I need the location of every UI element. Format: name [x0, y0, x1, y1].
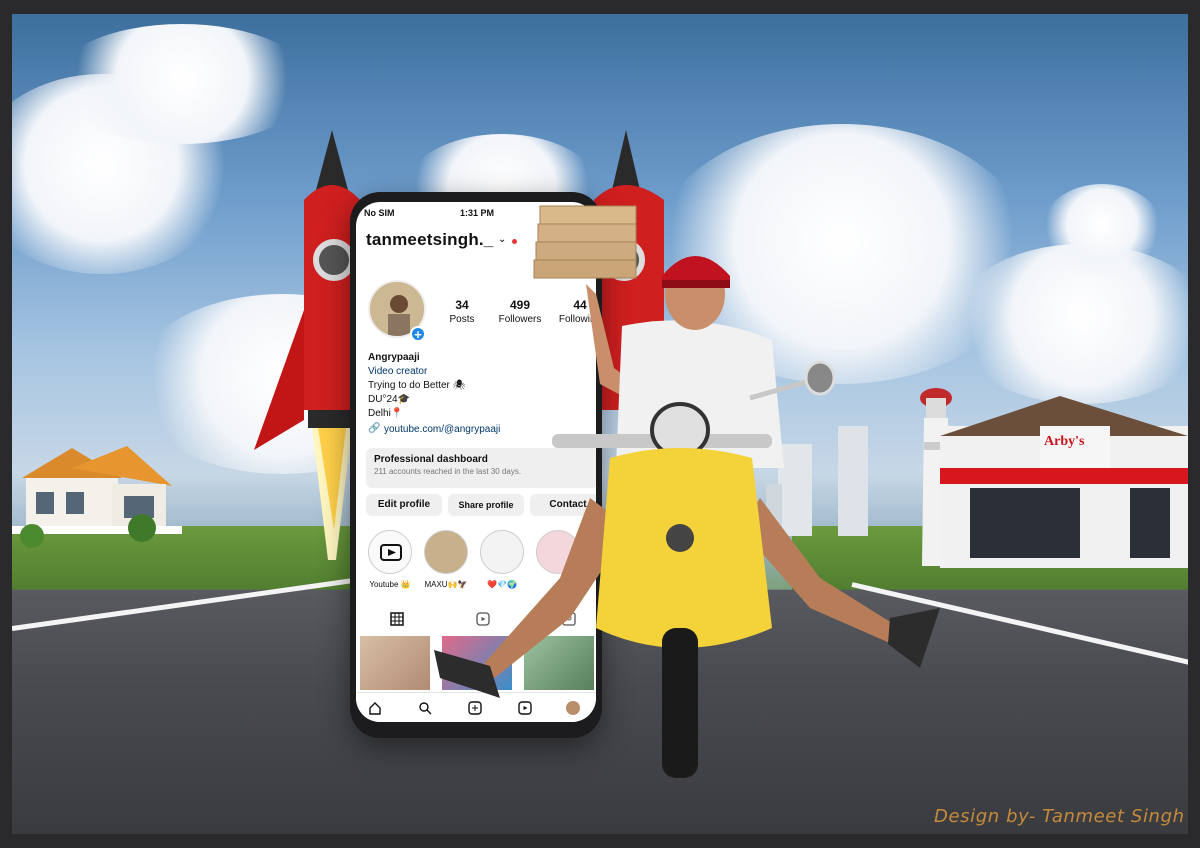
- link-icon: 🔗: [368, 423, 381, 434]
- delivery-rider-on-scooter: [434, 205, 940, 778]
- carrier-status: No SIM: [364, 208, 395, 218]
- cloud: [1042, 184, 1162, 274]
- pizza-boxes: [533, 205, 637, 279]
- cloud: [952, 244, 1188, 404]
- cloud: [52, 24, 312, 144]
- home-icon[interactable]: [368, 701, 382, 715]
- poster: Arby's No SIM 1:31 PM tanmeetsingh._ ⌄ +…: [12, 14, 1188, 834]
- store-sign: Arby's: [1044, 434, 1085, 449]
- designer-credit: Design by- Tanmeet Singh: [934, 806, 1185, 827]
- house-illustration: [12, 446, 182, 548]
- restaurant-building: [940, 396, 1188, 568]
- rocket-left: [254, 130, 360, 560]
- bio-line: Delhi📍: [368, 408, 404, 419]
